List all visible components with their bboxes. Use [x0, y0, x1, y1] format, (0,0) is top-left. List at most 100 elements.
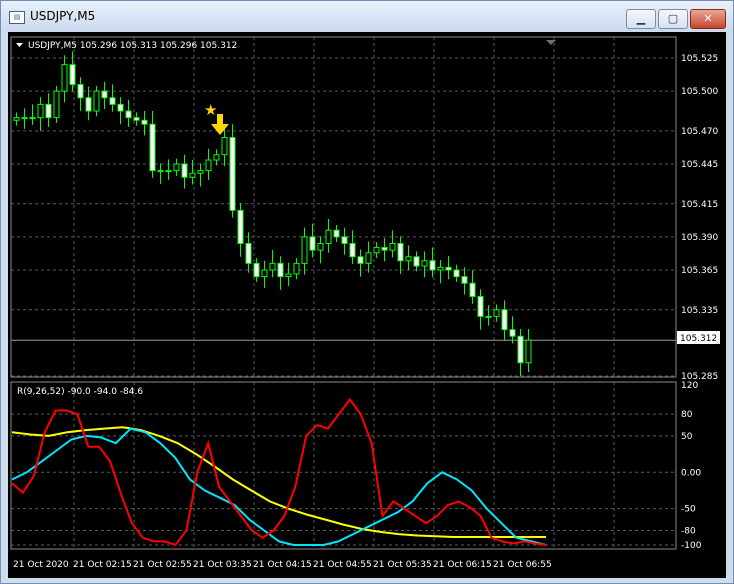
title-bar[interactable]: ▤ USDJPY,M5 ▁ ▢ ✕ — [1, 1, 733, 31]
time-axis-label: 21 Oct 03:35 — [193, 560, 252, 570]
candle — [357, 249, 364, 277]
candle — [293, 258, 300, 280]
price-pane-frame — [10, 36, 677, 378]
indicator-tick-label: 50 — [681, 432, 693, 442]
price-tick-label: 105.525 — [681, 54, 718, 64]
time-axis-label: 21 Oct 04:55 — [313, 560, 372, 570]
candle — [285, 262, 292, 286]
candle — [365, 241, 372, 273]
candle — [109, 84, 116, 112]
candle — [93, 85, 100, 117]
candle — [13, 112, 20, 126]
candle — [213, 149, 220, 166]
price-tick-label: 105.470 — [681, 127, 718, 137]
current-price-label: 105.312 — [680, 334, 717, 344]
indicator-tick-label: -80 — [681, 526, 696, 536]
indicator-line-slow — [11, 426, 546, 538]
price-tick-label: 105.335 — [681, 306, 718, 316]
candle — [221, 128, 228, 166]
chart-menu-icon[interactable] — [16, 43, 23, 47]
candle — [325, 218, 332, 253]
indicator-tick-label: 120 — [681, 381, 698, 391]
candle — [509, 316, 516, 344]
candle — [341, 227, 348, 255]
time-axis-label: 21 Oct 02:55 — [133, 560, 192, 570]
candle — [397, 236, 404, 274]
candle — [317, 236, 324, 264]
candle — [501, 300, 508, 341]
star-icon: ★ — [204, 101, 217, 119]
candle — [421, 251, 428, 278]
candle — [381, 238, 388, 262]
candle — [37, 97, 44, 131]
price-tick-label: 105.500 — [681, 87, 718, 97]
indicator-tick-label: 80 — [681, 410, 693, 420]
time-axis-label: 21 Oct 2020 — [13, 560, 69, 570]
candle — [53, 85, 60, 123]
minimize-button[interactable]: ▁ — [626, 9, 656, 29]
candle — [165, 159, 172, 180]
candle — [245, 232, 252, 273]
candle — [117, 97, 124, 125]
candle — [101, 81, 108, 110]
maximize-button[interactable]: ▢ — [658, 9, 688, 29]
candle — [413, 251, 420, 272]
candle — [373, 242, 380, 259]
candle — [205, 148, 212, 180]
time-axis-label: 21 Oct 05:35 — [373, 560, 432, 570]
candle — [405, 245, 412, 270]
candle — [21, 108, 28, 129]
chart-window-icon: ▤ — [9, 11, 25, 24]
terminal-window: ▤ USDJPY,M5 ▁ ▢ ✕ 105.525 105.500 105.470 1… — [0, 0, 734, 584]
time-axis-label: 21 Oct 06:15 — [433, 560, 492, 570]
candle — [141, 111, 148, 136]
indicator-label: R(9,26,52) -90.0 -94.0 -84.6 — [17, 387, 143, 397]
window-title: USDJPY,M5 — [30, 9, 96, 23]
candle — [125, 99, 132, 127]
candle — [29, 104, 36, 125]
candle — [469, 270, 476, 304]
candle — [149, 111, 156, 178]
candle — [437, 260, 444, 284]
indicator-tick-label: -100 — [681, 541, 702, 551]
candle — [389, 230, 396, 258]
time-axis-label: 21 Oct 02:15 — [73, 560, 132, 570]
candle — [525, 328, 532, 373]
candle — [261, 260, 268, 288]
candle — [77, 77, 84, 111]
candle — [157, 163, 164, 184]
price-chart[interactable]: 105.525 105.500 105.470 105.445 105.415 105.3… — [8, 32, 726, 578]
time-axis-label: 21 Oct 04:15 — [253, 560, 312, 570]
candle — [349, 230, 356, 265]
close-button[interactable]: ✕ — [690, 9, 726, 29]
candle — [197, 163, 204, 187]
candle — [333, 224, 340, 243]
candle — [517, 328, 524, 376]
candle — [445, 256, 452, 280]
price-tick-label: 105.415 — [681, 200, 718, 210]
time-axis-label: 21 Oct 06:55 — [493, 560, 552, 570]
candle — [181, 154, 188, 189]
candle — [61, 55, 68, 103]
candle — [253, 258, 260, 282]
indicator-tick-label: -50 — [681, 505, 696, 515]
candle — [237, 203, 244, 257]
candle — [301, 227, 308, 275]
price-tick-label: 105.365 — [681, 266, 718, 276]
candle — [485, 305, 492, 326]
chart-header: USDJPY,M5 105.296 105.313 105.296 105.31… — [28, 41, 237, 51]
candle — [277, 256, 284, 290]
candle — [453, 264, 460, 282]
candle — [133, 112, 140, 126]
price-tick-label: 105.445 — [681, 160, 718, 170]
candle — [461, 267, 468, 295]
candle — [309, 223, 316, 258]
candle — [493, 304, 500, 322]
indicator-tick-label: 0.00 — [681, 468, 701, 478]
indicator-line-fast — [11, 397, 547, 547]
candle — [173, 158, 180, 176]
candle — [477, 289, 484, 330]
candle — [45, 93, 52, 127]
chart-area[interactable]: 105.525 105.500 105.470 105.445 105.415 105.3… — [8, 32, 726, 578]
candle — [229, 124, 236, 218]
